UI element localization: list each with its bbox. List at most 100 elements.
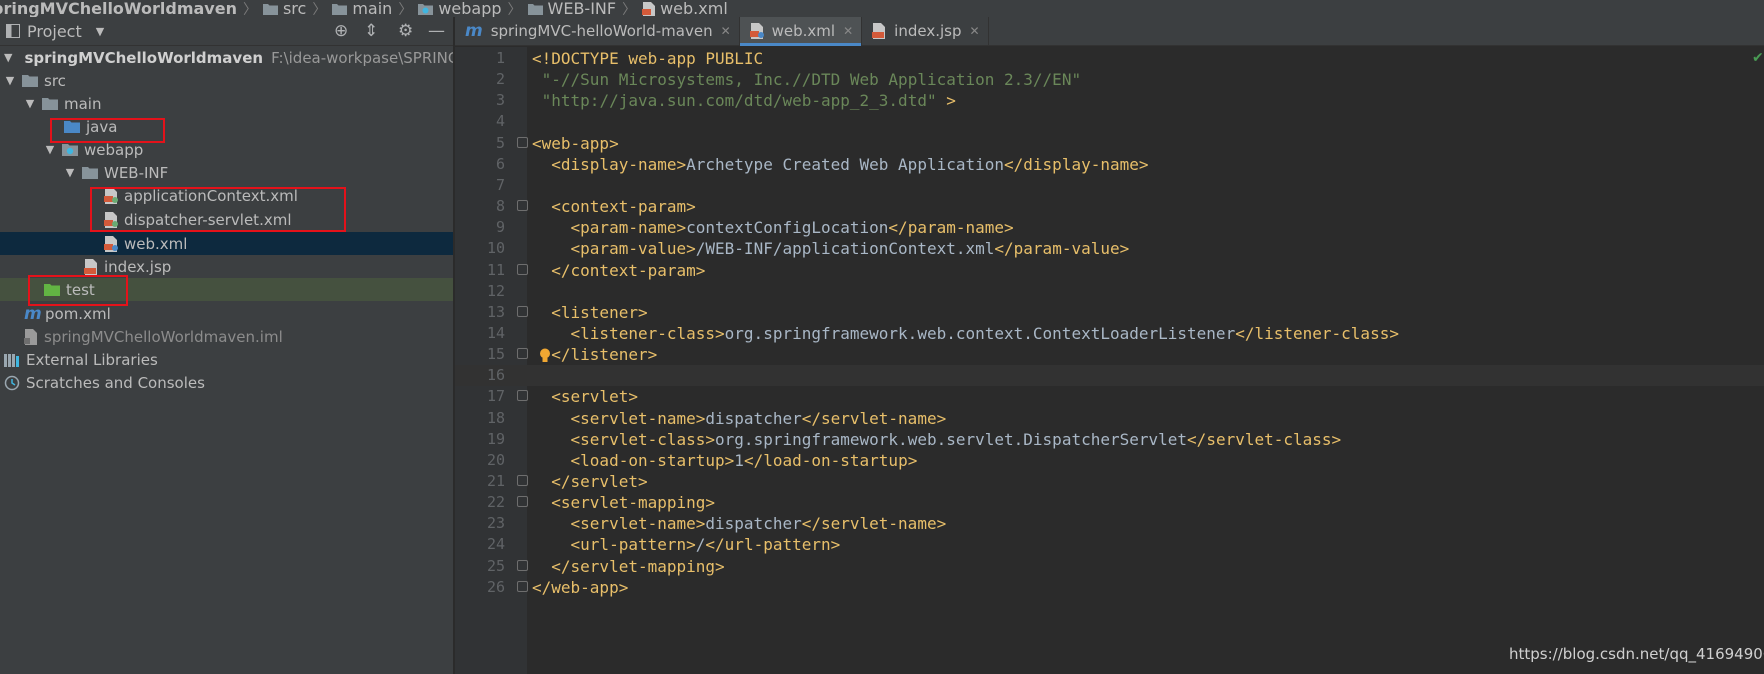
fold-marker-icon[interactable] bbox=[517, 580, 528, 592]
line-number: 12 bbox=[486, 281, 505, 300]
gear-icon[interactable]: ⚙ bbox=[398, 23, 413, 40]
tree-item-label: web.xml bbox=[124, 234, 188, 253]
chevron-down-icon[interactable]: ▼ bbox=[44, 143, 56, 156]
code-line[interactable]: 23 <servlet-name>dispatcher</servlet-nam… bbox=[455, 513, 1764, 534]
code-line[interactable]: 12 bbox=[455, 281, 1764, 302]
code-line[interactable]: 19 <servlet-class>org.springframework.we… bbox=[455, 429, 1764, 450]
line-number: 6 bbox=[495, 154, 505, 173]
breadcrumb-label: web.xml bbox=[660, 0, 728, 17]
scratches-icon bbox=[4, 375, 20, 390]
code-line[interactable]: 10 <param-value>/WEB-INF/applicationCont… bbox=[455, 238, 1764, 259]
tab-web-xml[interactable]: web.xml ✕ bbox=[739, 17, 863, 46]
tab-label: web.xml bbox=[771, 22, 836, 40]
hide-panel-icon[interactable]: — bbox=[428, 23, 445, 40]
code-area[interactable]: 1 <!DOCTYPE web-app PUBLIC 2 "-//Sun Micro… bbox=[455, 47, 1764, 674]
code-line[interactable]: 4 bbox=[455, 111, 1764, 132]
tree-item-scratches-and-consoles[interactable]: Scratches and Consoles bbox=[0, 371, 453, 394]
line-number: 10 bbox=[486, 239, 505, 258]
code-line[interactable]: 14 <listener-class>org.springframework.w… bbox=[455, 323, 1764, 344]
fold-marker-icon[interactable] bbox=[517, 559, 528, 571]
tab-springmvc-helloworld-maven[interactable]: m springMVC-helloWorld-maven ✕ bbox=[455, 17, 740, 45]
line-number: 2 bbox=[495, 70, 505, 89]
fold-marker-icon[interactable] bbox=[517, 263, 528, 275]
breadcrumb-separator: 〉 bbox=[398, 1, 413, 18]
code-line[interactable]: 24 <url-pattern>/</url-pattern> bbox=[455, 534, 1764, 555]
folder-icon bbox=[527, 3, 543, 15]
close-icon[interactable]: ✕ bbox=[969, 24, 979, 38]
code-line[interactable]: 18 <servlet-name>dispatcher</servlet-nam… bbox=[455, 408, 1764, 429]
code-line[interactable]: 22 <servlet-mapping> bbox=[455, 492, 1764, 513]
code-text: <param-value>/WEB-INF/applicationContext… bbox=[570, 239, 1130, 259]
chevron-down-icon[interactable]: ▼ bbox=[96, 25, 104, 38]
code-line[interactable]: 20 <load-on-startup>1</load-on-startup> bbox=[455, 450, 1764, 471]
locate-file-icon[interactable]: ⊕ bbox=[334, 23, 348, 40]
code-line[interactable]: 6 <display-name>Archetype Created Web Ap… bbox=[455, 154, 1764, 175]
close-icon[interactable]: ✕ bbox=[843, 24, 853, 38]
chevron-down-icon[interactable]: ▼ bbox=[4, 51, 12, 64]
chevron-down-icon[interactable]: ▼ bbox=[64, 166, 76, 179]
fold-marker-icon[interactable] bbox=[517, 348, 528, 360]
tree-item-external-libraries[interactable]: External Libraries bbox=[0, 348, 453, 371]
tree-item-web-inf[interactable]: ▼ WEB-INF bbox=[0, 161, 453, 184]
breadcrumb-item-main[interactable]: main bbox=[332, 0, 392, 17]
tree-item-src[interactable]: ▼ src bbox=[0, 69, 453, 92]
code-line[interactable]: 15 </listener> bbox=[455, 344, 1764, 365]
annotation-box-test bbox=[28, 275, 128, 306]
chevron-down-icon[interactable]: ▼ bbox=[24, 97, 36, 110]
code-line[interactable]: 5 <web-app> bbox=[455, 133, 1764, 154]
code-line[interactable]: 26 </web-app> bbox=[455, 577, 1764, 598]
fold-marker-icon[interactable] bbox=[517, 305, 528, 317]
breadcrumb-item-web-inf[interactable]: WEB-INF bbox=[527, 0, 616, 17]
breadcrumb-item-webapp[interactable]: webapp bbox=[418, 0, 502, 17]
tree-item-label: springMVChelloWorldmaven.iml bbox=[44, 327, 283, 346]
tree-item-label: src bbox=[44, 71, 66, 90]
fold-marker-icon[interactable] bbox=[517, 496, 528, 508]
fold-marker-icon[interactable] bbox=[517, 200, 528, 212]
fold-marker-icon[interactable] bbox=[517, 390, 528, 402]
code-line[interactable]: 1 <!DOCTYPE web-app PUBLIC bbox=[455, 48, 1764, 69]
breadcrumb-item-src[interactable]: src bbox=[262, 0, 306, 17]
code-line[interactable]: 8 <context-param> bbox=[455, 196, 1764, 217]
code-line[interactable]: 21 </servlet> bbox=[455, 471, 1764, 492]
breadcrumb: pringMVChelloWorldmaven 〉 src 〉 main 〉 w… bbox=[0, 0, 1764, 17]
code-line[interactable]: 9 <param-name>contextConfigLocation</par… bbox=[455, 217, 1764, 238]
code-line[interactable]: 7 bbox=[455, 175, 1764, 196]
code-line[interactable]: 16 bbox=[455, 365, 1764, 387]
breadcrumb-separator: 〉 bbox=[507, 1, 522, 18]
jsp-file-icon bbox=[84, 258, 97, 275]
code-text: </listener> bbox=[551, 345, 658, 365]
breadcrumb-item-web-xml[interactable]: web.xml bbox=[642, 0, 728, 17]
line-number: 1 bbox=[495, 49, 505, 67]
code-line[interactable]: 2 "-//Sun Microsystems, Inc.//DTD Web Ap… bbox=[455, 69, 1764, 90]
fold-marker-icon[interactable] bbox=[517, 136, 528, 148]
line-number: 24 bbox=[486, 535, 505, 554]
code-line[interactable]: 3 "http://java.sun.com/dtd/web-app_2_3.d… bbox=[455, 90, 1764, 111]
line-number: 17 bbox=[486, 387, 505, 406]
iml-file-icon bbox=[24, 328, 37, 345]
code-line[interactable]: 25 </servlet-mapping> bbox=[455, 556, 1764, 577]
xml-file-icon bbox=[104, 235, 118, 252]
code-line[interactable]: 13 <listener> bbox=[455, 302, 1764, 323]
project-panel-title[interactable]: Project bbox=[27, 22, 82, 41]
chevron-down-icon[interactable]: ▼ bbox=[4, 74, 16, 87]
tree-item-main[interactable]: ▼ main bbox=[0, 92, 453, 115]
project-path: F:\idea-workpase\SPRINGMVC\springM bbox=[271, 48, 453, 67]
code-line[interactable]: 17 <servlet> bbox=[455, 386, 1764, 407]
line-number: 4 bbox=[495, 112, 505, 131]
fold-marker-icon[interactable] bbox=[517, 475, 528, 486]
tree-item-project-root[interactable]: ▼ springMVChelloWorldmaven F:\idea-workp… bbox=[0, 46, 453, 69]
close-icon[interactable]: ✕ bbox=[721, 24, 731, 38]
line-number: 9 bbox=[495, 218, 505, 237]
code-line[interactable]: 11 </context-param> bbox=[455, 260, 1764, 281]
project-icon bbox=[6, 24, 20, 38]
xml-file-icon bbox=[642, 1, 656, 16]
tab-index-jsp[interactable]: index.jsp ✕ bbox=[862, 17, 989, 45]
tree-item-web-xml[interactable]: web.xml bbox=[0, 232, 453, 255]
breadcrumb-item-project[interactable]: pringMVChelloWorldmaven bbox=[0, 0, 237, 17]
collapse-all-icon[interactable]: ⇕ bbox=[364, 23, 378, 40]
folder-icon bbox=[262, 3, 278, 15]
code-text: "http://java.sun.com/dtd/web-app_2_3.dtd… bbox=[541, 91, 956, 111]
line-number: 22 bbox=[486, 493, 505, 512]
tree-item-label: index.jsp bbox=[104, 257, 172, 276]
tree-item-iml[interactable]: springMVChelloWorldmaven.iml bbox=[0, 325, 453, 348]
